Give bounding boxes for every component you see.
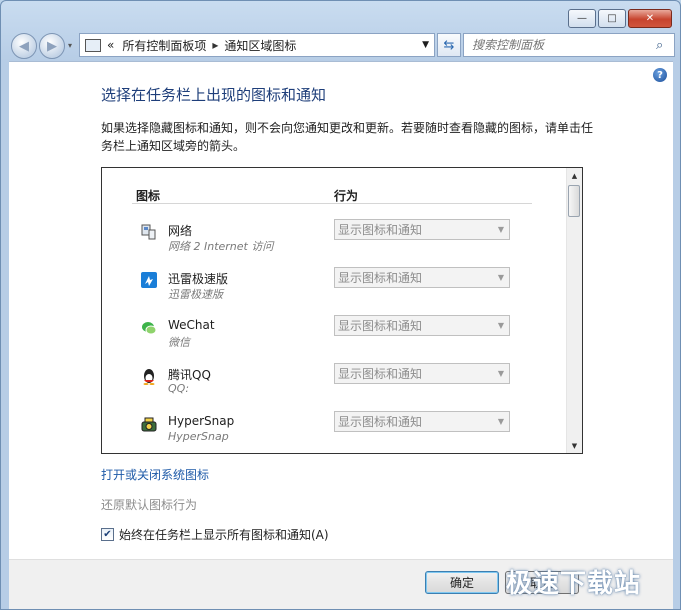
help-icon[interactable]: ? — [653, 68, 667, 82]
behavior-value: 显示图标和通知 — [338, 415, 423, 429]
item-name: HyperSnap — [168, 414, 235, 428]
item-name: WeChat — [168, 318, 215, 332]
breadcrumb-separator-icon[interactable]: ▸ — [212, 38, 218, 52]
watermark: 极速下载站 — [506, 569, 642, 599]
item-name: 迅雷极速版 — [168, 272, 229, 286]
refresh-button[interactable]: ⇆ — [437, 33, 461, 57]
control-panel-window: — □ ✕ ◀ ▶ ▾ « 所有控制面板项 ▸ 通知区域图标 ▼ ⇆ ⌕ ? 选… — [0, 0, 681, 610]
search-icon[interactable]: ⌕ — [656, 38, 674, 53]
item-name: 网络 — [168, 224, 193, 238]
behavior-value: 显示图标和通知 — [338, 223, 423, 237]
item-description: QQ: — [168, 382, 190, 395]
item-name: 腾讯QQ — [168, 368, 211, 382]
chevron-down-icon: ▼ — [497, 273, 504, 282]
chevron-down-icon: ▼ — [497, 369, 504, 378]
list-item: 网络 网络 2 Internet 访问 显示图标和通知 ▼ — [140, 219, 520, 259]
redacted-text — [188, 382, 318, 395]
breadcrumb-overflow[interactable]: « — [107, 38, 114, 52]
behavior-value: 显示图标和通知 — [338, 319, 423, 333]
address-bar[interactable]: « 所有控制面板项 ▸ 通知区域图标 ▼ — [79, 33, 435, 57]
behavior-value: 显示图标和通知 — [338, 367, 423, 381]
list-item: 腾讯QQ QQ: 显示图标和通知 ▼ — [140, 363, 520, 403]
always-show-label[interactable]: 始终在任务栏上显示所有图标和通知(A) — [119, 526, 329, 543]
ok-button[interactable]: 确定 — [425, 571, 499, 594]
system-icons-link[interactable]: 打开或关闭系统图标 — [101, 466, 209, 483]
chevron-down-icon: ▼ — [497, 417, 504, 426]
item-description: 微信 — [168, 336, 190, 349]
always-show-checkbox-row[interactable]: ✔ 始终在任务栏上显示所有图标和通知(A) — [101, 526, 329, 543]
recent-pages-dropdown[interactable]: ▾ — [65, 33, 75, 57]
navigation-toolbar: ◀ ▶ ▾ « 所有控制面板项 ▸ 通知区域图标 ▼ ⇆ ⌕ — [9, 31, 675, 59]
qq-icon — [143, 369, 155, 385]
behavior-select[interactable]: 显示图标和通知 ▼ — [334, 363, 510, 384]
hypersnap-icon — [141, 417, 157, 432]
item-description: 迅雷极速版 — [168, 288, 223, 301]
list-scrollbar[interactable]: ▲ ▼ — [566, 168, 582, 453]
control-panel-icon — [85, 38, 101, 52]
thunder-icon — [141, 272, 157, 288]
back-button[interactable]: ◀ — [11, 33, 37, 59]
behavior-select[interactable]: 显示图标和通知 ▼ — [334, 411, 510, 432]
forward-button[interactable]: ▶ — [39, 33, 65, 59]
caption-buttons: — □ ✕ — [568, 9, 672, 28]
address-dropdown-icon[interactable]: ▼ — [422, 40, 429, 50]
behavior-select[interactable]: 显示图标和通知 ▼ — [334, 315, 510, 336]
scroll-thumb[interactable] — [568, 185, 580, 217]
list-item: HyperSnap HyperSnap 显示图标和通知 ▼ — [140, 411, 520, 451]
refresh-icon: ⇆ — [443, 37, 455, 53]
breadcrumb-current[interactable]: 通知区域图标 — [224, 37, 296, 54]
chevron-down-icon: ▼ — [497, 225, 504, 234]
item-description: HyperSnap — [168, 430, 229, 443]
item-description: 网络 2 Internet 访问 — [168, 240, 274, 253]
column-header-icon: 图标 — [136, 189, 161, 203]
search-box[interactable]: ⌕ — [463, 33, 675, 57]
list-item: WeChat 微信 显示图标和通知 ▼ — [140, 315, 520, 355]
restore-defaults-link: 还原默认图标行为 — [101, 498, 198, 512]
forward-arrow-icon: ▶ — [47, 38, 57, 54]
checkmark-icon: ✔ — [103, 528, 112, 540]
chevron-down-icon: ▼ — [497, 321, 504, 330]
search-input[interactable] — [464, 37, 656, 53]
scroll-up-icon[interactable]: ▲ — [567, 168, 582, 183]
header-divider — [132, 203, 532, 204]
page-description: 如果选择隐藏图标和通知，则不会向您通知更改和更新。若要随时查看隐藏的图标，请单击… — [101, 121, 594, 153]
page-title: 选择在任务栏上出现的图标和通知 — [101, 86, 327, 104]
minimize-button[interactable]: — — [568, 9, 596, 28]
behavior-select[interactable]: 显示图标和通知 ▼ — [334, 219, 510, 240]
behavior-value: 显示图标和通知 — [338, 271, 423, 285]
list-item: 迅雷极速版 迅雷极速版 显示图标和通知 ▼ — [140, 267, 520, 307]
behavior-select[interactable]: 显示图标和通知 ▼ — [334, 267, 510, 288]
maximize-button[interactable]: □ — [598, 9, 626, 28]
close-button[interactable]: ✕ — [628, 9, 672, 28]
main-content: ? 选择在任务栏上出现的图标和通知 如果选择隐藏图标和通知，则不会向您通知更改和… — [9, 61, 673, 609]
always-show-checkbox[interactable]: ✔ — [101, 528, 114, 541]
network-icon — [141, 224, 156, 240]
wechat-icon — [142, 322, 157, 335]
back-arrow-icon: ◀ — [19, 38, 29, 54]
notification-icons-list[interactable]: 图标 行为 网络 网络 2 Internet 访问 显示图标和通知 ▼ 迅雷极速版… — [101, 167, 583, 454]
breadcrumb-root[interactable]: 所有控制面板项 — [122, 37, 206, 54]
column-header-behavior: 行为 — [334, 189, 359, 203]
scroll-down-icon[interactable]: ▼ — [567, 438, 582, 453]
